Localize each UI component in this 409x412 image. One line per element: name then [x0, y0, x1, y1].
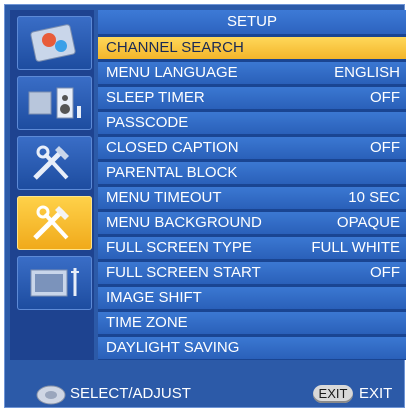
menu-item-channel-search[interactable]: CHANNEL SEARCH — [98, 37, 406, 59]
menu-item-label: TIME ZONE — [106, 314, 188, 331]
sidebar — [10, 10, 94, 360]
select-adjust-hint: SELECT/ADJUST — [70, 385, 191, 402]
menu-item-sleep-timer[interactable]: SLEEP TIMER OFF — [98, 87, 406, 109]
tv-antenna-icon — [30, 268, 79, 297]
menu-item-value: OFF — [370, 139, 400, 156]
menu-item-time-zone[interactable]: TIME ZONE — [98, 312, 406, 334]
sidebar-item-picture[interactable] — [17, 16, 92, 70]
menu-item-closed-caption[interactable]: CLOSED CAPTION OFF — [98, 137, 406, 159]
dpad-icon — [36, 385, 66, 405]
menu-item-label: MENU TIMEOUT — [106, 189, 222, 206]
menu-title: SETUP — [98, 10, 406, 34]
audio-icon — [28, 87, 81, 119]
menu-item-label: CLOSED CAPTION — [106, 139, 239, 156]
sidebar-item-tv[interactable] — [17, 256, 92, 310]
menu-item-value: OFF — [370, 264, 400, 281]
picture-icon — [30, 24, 76, 62]
menu-item-label: FULL SCREEN START — [106, 264, 261, 281]
menu-item-menu-timeout[interactable]: MENU TIMEOUT 10 SEC — [98, 187, 406, 209]
menu-item-label: MENU BACKGROUND — [106, 214, 262, 231]
menu-item-parental-block[interactable]: PARENTAL BLOCK — [98, 162, 406, 184]
setup-menu: SETUP CHANNEL SEARCH MENU LANGUAGE ENGLI… — [98, 10, 406, 360]
setup-tools-icon — [33, 205, 69, 240]
menu-item-image-shift[interactable]: IMAGE SHIFT — [98, 287, 406, 309]
menu-item-value: FULL WHITE — [311, 239, 400, 256]
menu-item-value: 10 SEC — [348, 189, 400, 206]
menu-item-label: IMAGE SHIFT — [106, 289, 202, 306]
menu-item-full-screen-type[interactable]: FULL SCREEN TYPE FULL WHITE — [98, 237, 406, 259]
exit-hint: EXIT — [359, 385, 393, 402]
menu-item-value: OFF — [370, 89, 400, 106]
menu-item-full-screen-start[interactable]: FULL SCREEN START OFF — [98, 262, 406, 284]
sidebar-item-tools[interactable] — [17, 136, 92, 190]
sidebar-item-setup[interactable] — [17, 196, 92, 250]
menu-item-menu-background[interactable]: MENU BACKGROUND OPAQUE — [98, 212, 406, 234]
menu-item-label: MENU LANGUAGE — [106, 64, 238, 81]
tools-icon — [33, 145, 69, 180]
menu-item-daylight-saving[interactable]: DAYLIGHT SAVING — [98, 337, 406, 359]
menu-item-label: CHANNEL SEARCH — [106, 39, 244, 56]
menu-item-passcode[interactable]: PASSCODE — [98, 112, 406, 134]
exit-key-icon: EXIT — [313, 385, 353, 403]
menu-item-value: OPAQUE — [336, 214, 400, 231]
sidebar-item-audio[interactable] — [17, 76, 92, 130]
menu-item-label: SLEEP TIMER — [106, 89, 205, 106]
menu-item-value: ENGLISH — [334, 64, 400, 81]
menu-item-label: FULL SCREEN TYPE — [106, 239, 252, 256]
menu-item-menu-language[interactable]: MENU LANGUAGE ENGLISH — [98, 62, 406, 84]
menu-item-label: PASSCODE — [106, 114, 189, 131]
menu-item-label: PARENTAL BLOCK — [106, 164, 238, 181]
footer-hints: SELECT/ADJUST EXIT EXIT — [10, 380, 407, 408]
menu-item-label: DAYLIGHT SAVING — [106, 339, 240, 356]
osd-panel: SETUP CHANNEL SEARCH MENU LANGUAGE ENGLI… — [4, 4, 407, 408]
